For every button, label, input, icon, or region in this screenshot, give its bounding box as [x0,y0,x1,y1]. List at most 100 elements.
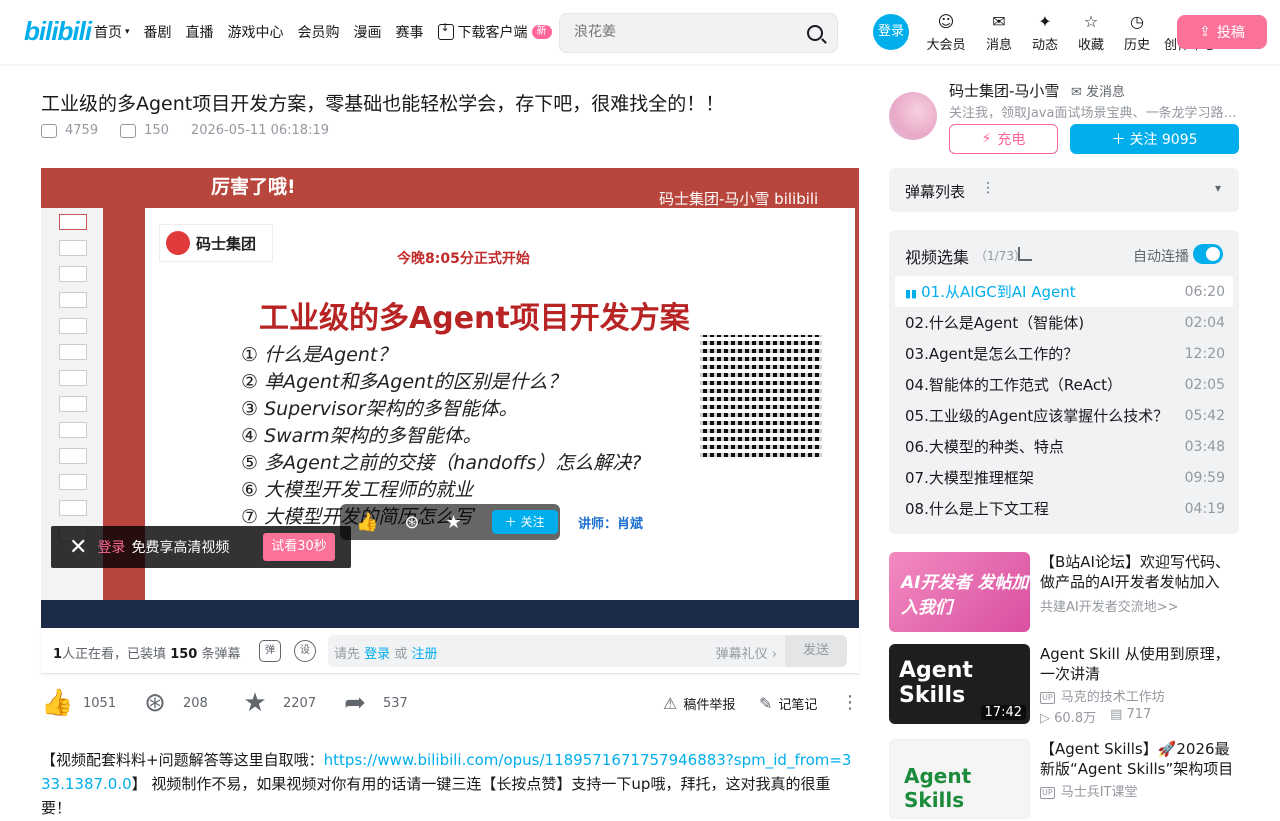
coin-icon[interactable]: ⊛ [404,512,419,533]
slide-thumb [59,318,87,334]
video-duration: 17:42 [980,705,1026,720]
recommendation-card[interactable]: AI开发者 发帖加入我们 【B站AI论坛】欢迎写代码、做产品的AI开发者发帖加入… [889,552,1239,634]
loaded-count: 150 [170,647,198,662]
favorite-button[interactable]: ★ 2207 [241,688,316,718]
view-count: 4759 [41,123,98,138]
chevron-down-icon[interactable]: ▾ [1215,181,1221,195]
more-icon[interactable]: ⋮ [981,180,995,196]
vip-label: 大会员 [926,38,966,53]
search-icon[interactable] [807,25,823,41]
nav-home[interactable]: 首页 ▾ [94,22,130,42]
danmaku-toggle-icon[interactable]: 弹 [259,640,281,662]
message-label: 消息 [985,38,1012,53]
recommendation-author[interactable]: 共建AI开发者交流地>> [1040,596,1179,615]
send-message-link[interactable]: ✉ 发消息 [1071,81,1125,100]
slide-thumb [59,422,87,438]
playlist-episode[interactable]: 06.大模型的种类、特点 03:48 [895,431,1233,462]
video-description: 【视频配套料料+问题解答等这里自取哦：https://www.bilibili.… [41,748,859,820]
taskbar [41,600,859,628]
like-button[interactable]: 👍 1051 [41,688,116,718]
trial-button[interactable]: 试看30秒 [263,533,335,561]
close-icon[interactable]: ✕ [69,535,87,560]
slide-time: 今晚8:05分正式开始 [397,251,530,267]
danmaku-login-link[interactable]: 登录 [364,647,390,662]
playlist-episode[interactable]: 08.什么是上下文工程 04:19 [895,493,1233,524]
nav-game-center[interactable]: 游戏中心 [228,22,284,42]
header-favorite[interactable]: ☆ 收藏 [1070,12,1112,53]
login-tip: ✕ 登录 免费享高清视频 试看30秒 [51,526,351,568]
header-dynamic[interactable]: ✦ 动态 [1024,12,1066,53]
bilibili-logo[interactable]: bilibili [24,16,92,47]
header-message[interactable]: ✉ 消息 [978,12,1020,53]
favorite-icon[interactable]: ★ [446,512,462,533]
more-icon[interactable]: ⋮ [841,692,859,713]
follow-button[interactable]: ＋ 关注 [491,510,558,534]
cover-text: Agent Skills [904,764,972,812]
login-link[interactable]: 登录 [97,537,125,557]
playing-icon: ▮▮ [905,287,918,300]
playlist-episode[interactable]: 07.大模型推理框架 09:59 [895,462,1233,493]
playlist-episode[interactable]: 03.Agent是怎么工作的？ 12:20 [895,338,1233,369]
recommendation-title[interactable]: 【Agent Skills】🚀2026最新版“Agent Skills”架构项目… [1040,739,1239,779]
danmaku-etiquette-link[interactable]: 弹幕礼仪 › [716,643,777,662]
like-icon: 👍 [41,688,74,718]
author-name: 马士兵IT课堂 [1060,785,1138,800]
autoplay-toggle[interactable] [1193,244,1223,264]
danmaku-list-panel[interactable]: 弹幕列表 ⋮ ▾ [889,168,1239,212]
slide-thumb [59,370,87,386]
share-button[interactable]: ➦ 537 [341,688,408,718]
recommendation-title[interactable]: Agent Skill 从使用到原理，一次讲清 [1040,644,1239,684]
upload-label: 投稿 [1216,25,1245,41]
nav-anime[interactable]: 番剧 [144,22,172,42]
like-icon[interactable]: 👍 [356,512,378,533]
slide-thumb [59,214,87,230]
uploader-avatar[interactable] [889,92,937,140]
playlist-title: 视频选集 [905,248,970,267]
danmaku-settings-icon[interactable]: 设 [294,640,316,662]
list-view-icon[interactable] [1018,247,1032,261]
header-vip[interactable]: ☺ 大会员 [918,12,974,53]
nav-download-client[interactable]: 下载客户端 新 [437,21,552,42]
video-player[interactable]: 厉害了哦! 码士集团-马小雪 bilibili 码士集团 今晚8:05分正式开始… [41,168,859,628]
danmaku-send-button[interactable]: 发送 [785,635,847,667]
episode-title: 02.什么是Agent（智能体) [905,314,1085,332]
recommendation-title[interactable]: 【B站AI论坛】欢迎写代码、做产品的AI开发者发帖加入 [1040,552,1239,592]
recommendation-cover[interactable]: Agent Skills 17:42 [889,644,1030,724]
recommendation-cover[interactable]: Agent Skills [889,739,1030,819]
upload-button[interactable]: ⇪ 投稿 [1177,15,1267,49]
favorite-label: 收藏 [1077,38,1104,53]
playlist-episode[interactable]: 02.什么是Agent（智能体) 02:04 [895,307,1233,338]
danmaku-count-value: 150 [144,123,169,138]
playlist-episode[interactable]: 05.工业级的Agent应该掌握什么技术？ 05:42 [895,400,1233,431]
recommendation-author[interactable]: UP 马克的技术工作坊 [1040,686,1165,705]
slide-logo: 码士集团 [159,224,273,262]
follow-uploader-button[interactable]: ＋关注 9095 [1070,124,1239,154]
episode-title: 05.工业级的Agent应该掌握什么技术？ [905,407,1169,425]
search-input[interactable] [574,24,794,40]
uploader-name[interactable]: 码士集团-马小雪 [949,80,1059,101]
player-quick-actions: 👍 ⊛ ★ ＋ 关注 [340,504,560,540]
playlist-episode[interactable]: ▮▮ 01.从AIGC到AI Agent 06:20 [895,276,1233,307]
playlist-episode[interactable]: 04.智能体的工作范式（ReAct） 02:05 [895,369,1233,400]
charge-button[interactable]: ⚡ 充电 [949,124,1058,154]
nav-manga[interactable]: 漫画 [354,22,382,42]
comments-value: 717 [1126,707,1152,722]
nav-esports[interactable]: 赛事 [396,22,424,42]
danmaku-register-link[interactable]: 注册 [411,647,437,662]
danmaku-placeholder: 请先 登录 或 注册 [334,643,437,662]
login-button[interactable]: 登录 [873,14,909,50]
note-button[interactable]: ✎ 记笔记 [759,694,817,713]
recommendation-author[interactable]: UP 马士兵IT课堂 [1040,781,1137,800]
report-button[interactable]: ⚠ 稿件举报 [663,694,735,713]
danmaku-bar: 1人正在看，已装填 150 条弹幕 弹 设 请先 登录 或 注册 弹幕礼仪 › … [41,630,859,674]
slide-thumb [59,292,87,308]
nav-mall[interactable]: 会员购 [298,22,340,42]
header-history[interactable]: ◷ 历史 [1116,12,1158,53]
danmaku-input[interactable]: 请先 登录 或 注册 弹幕礼仪 › [328,635,847,667]
recommendation-card[interactable]: Agent Skills 17:42 Agent Skill 从使用到原理，一次… [889,644,1239,726]
coin-button[interactable]: ⊛ 208 [141,688,208,718]
recommendation-card[interactable]: Agent Skills 【Agent Skills】🚀2026最新版“Agen… [889,739,1239,821]
recommendation-cover[interactable]: AI开发者 发帖加入我们 [889,552,1030,632]
nav-live[interactable]: 直播 [186,22,214,42]
favorite-icon: ★ [243,688,267,718]
